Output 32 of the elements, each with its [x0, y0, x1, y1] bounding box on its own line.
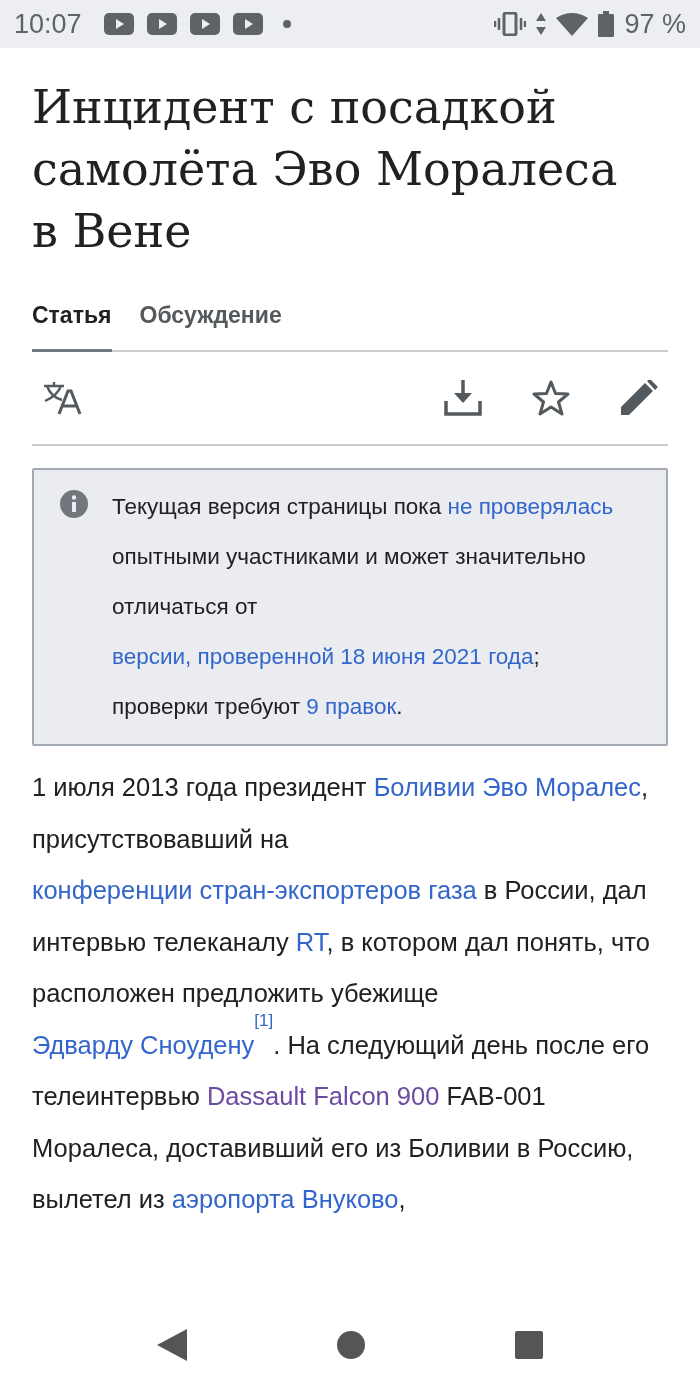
video-app-icon — [189, 13, 220, 35]
article-link[interactable]: аэропорта Внуково — [171, 1185, 399, 1213]
wifi-icon — [556, 12, 589, 36]
vibrate-icon — [494, 12, 527, 36]
clock-time: 10:07 — [14, 8, 82, 40]
article-link[interactable]: конференции стран-экспортеров газа — [32, 876, 477, 904]
article-link[interactable]: Dassault Falcon 900 — [206, 1082, 440, 1110]
edit-pencil-icon[interactable] — [620, 380, 658, 416]
reference-link[interactable]: [1] — [254, 1010, 274, 1030]
article-link[interactable]: Боливии Эво Моралес — [373, 773, 641, 801]
video-app-icon — [103, 13, 134, 35]
battery-percentage: 97 % — [624, 8, 686, 40]
home-icon[interactable] — [337, 1331, 365, 1359]
translate-icon[interactable] — [42, 381, 84, 415]
article-tab[interactable]: Статья — [32, 292, 112, 352]
article-link[interactable]: Эдварду Сноудену — [32, 1030, 255, 1059]
article-link[interactable]: версии, проверенной 18 июня 2021 года — [112, 644, 534, 669]
article-tab[interactable]: Обсуждение — [139, 292, 282, 352]
article-link[interactable]: 9 правок — [306, 694, 397, 719]
article-link[interactable]: не проверялась — [447, 494, 614, 519]
article-title: Инцидент с посадкой самолёта Эво Моралеса в Вене — [32, 79, 619, 260]
notification-dot-icon — [282, 20, 291, 28]
back-icon[interactable] — [157, 1329, 187, 1361]
article-link[interactable]: RT — [295, 927, 327, 956]
data-arrows-icon — [536, 13, 547, 35]
star-icon[interactable] — [532, 380, 570, 416]
battery-icon — [598, 11, 615, 37]
notice-text: Текущая версия страницы пока не проверялась опытными участниками и может значительно отличаться от версии, проверенной 18 июня 2021 года; проверки требуют 9 правок. — [112, 493, 615, 721]
info-icon — [60, 490, 88, 518]
video-app-icon — [146, 13, 177, 35]
download-icon[interactable] — [444, 380, 482, 416]
video-app-icon — [232, 13, 263, 35]
